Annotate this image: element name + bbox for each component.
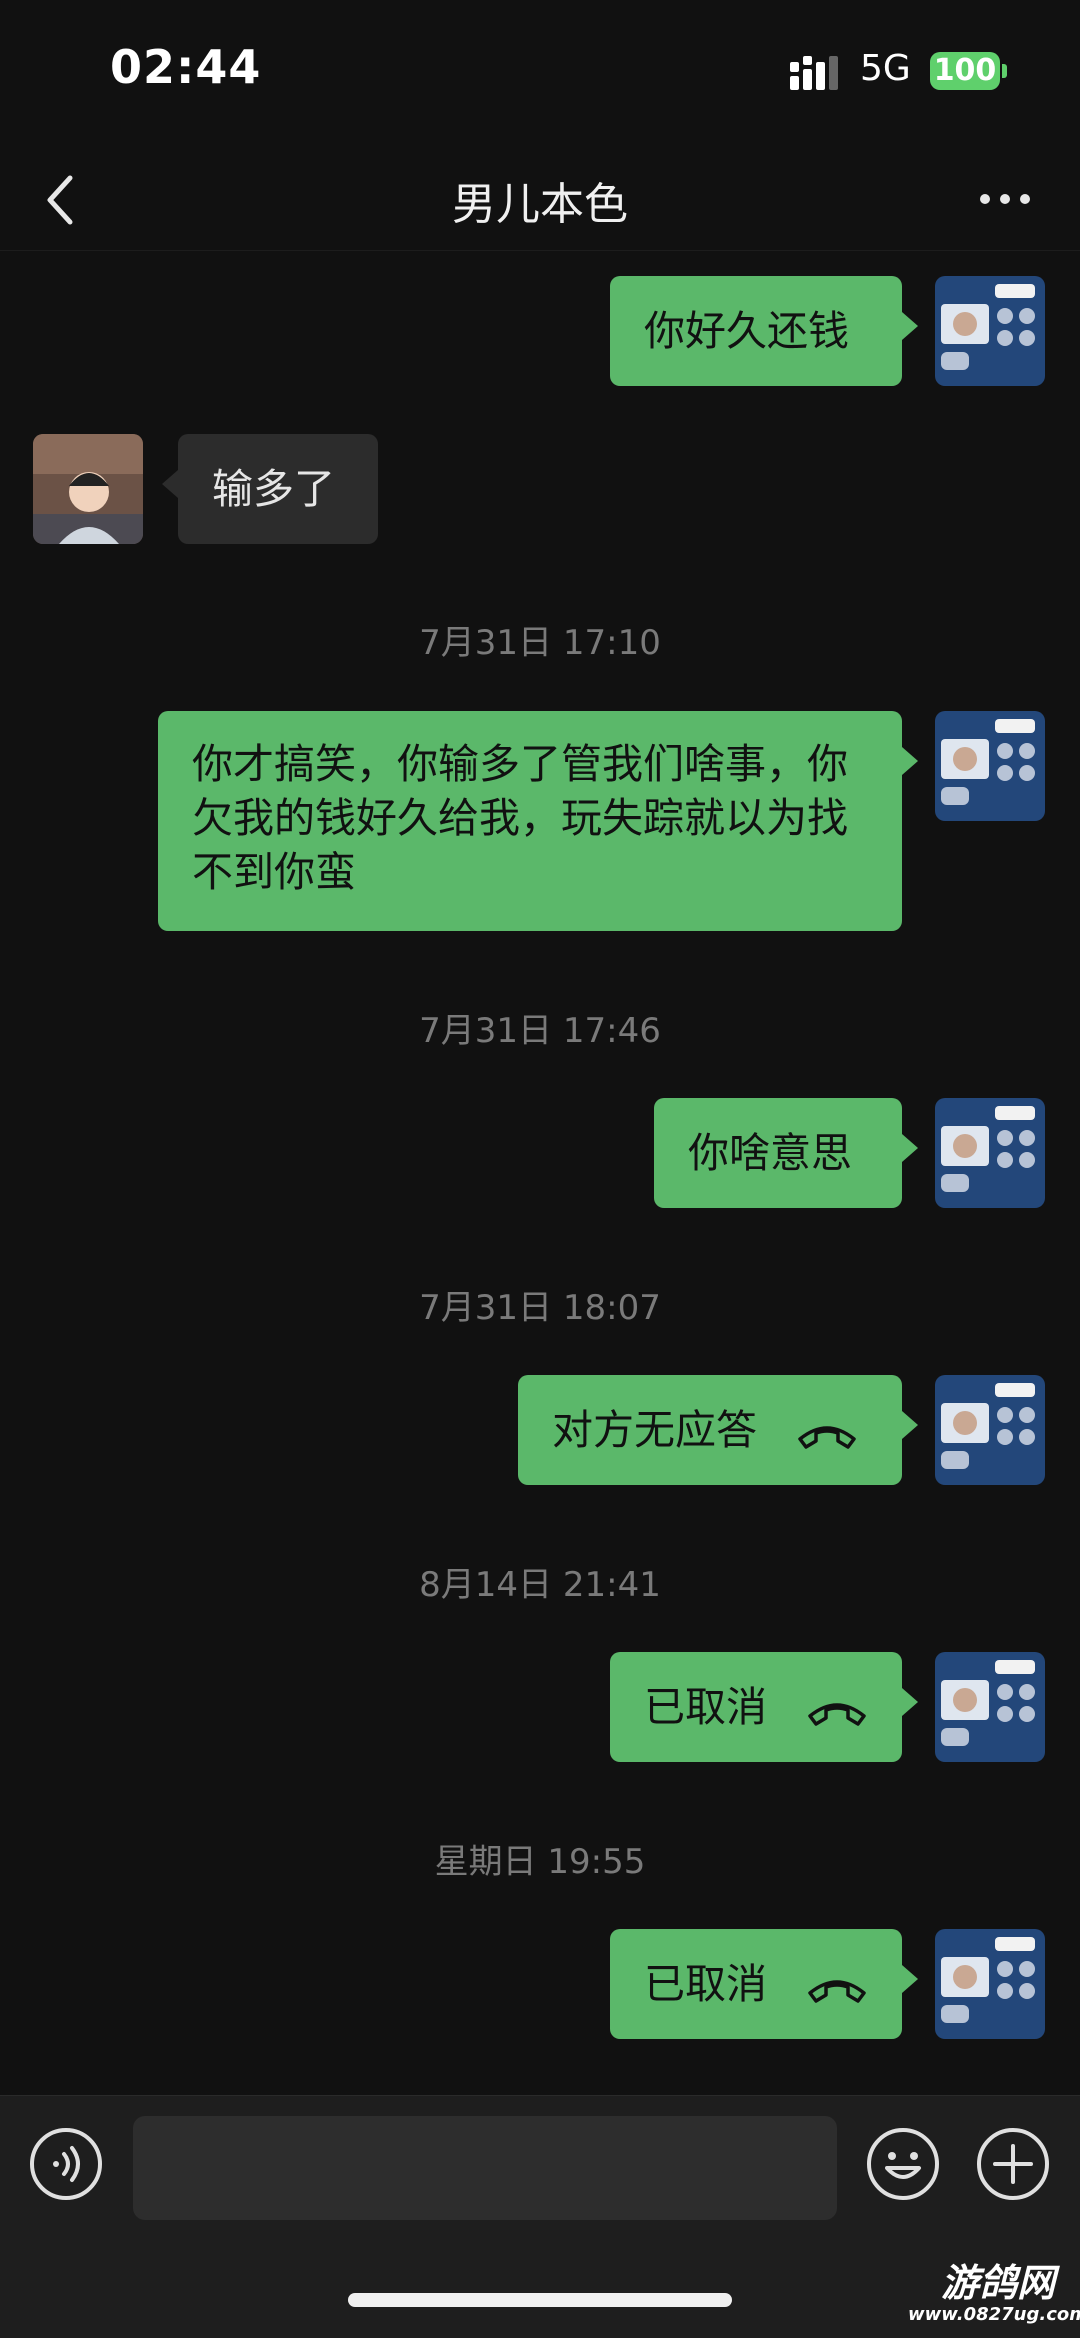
my-avatar[interactable] xyxy=(935,1098,1045,1208)
avatar-image xyxy=(33,434,143,544)
outgoing-message[interactable]: 你啥意思 xyxy=(654,1098,918,1208)
bubble-tail xyxy=(902,747,918,775)
bubble-tail xyxy=(162,470,178,498)
timestamp: 8月14日 21:41 xyxy=(419,1565,661,1605)
my-avatar[interactable] xyxy=(935,1375,1045,1485)
battery-indicator: 100 xyxy=(930,52,1000,90)
avatar-image xyxy=(935,1652,1045,1762)
outgoing-call-message[interactable]: 已取消 xyxy=(610,1929,918,2039)
bubble-tail xyxy=(902,1134,918,1162)
avatar-image xyxy=(935,711,1045,821)
message-text: 对方无应答 xyxy=(552,1406,757,1454)
home-indicator[interactable] xyxy=(348,2293,732,2307)
status-time: 02:44 xyxy=(110,40,262,94)
contact-avatar[interactable] xyxy=(33,434,143,544)
battery-nub xyxy=(1002,64,1007,78)
phone-hangup-icon xyxy=(798,1426,856,1449)
watermark: 游鸽网 www.0827ug.com xyxy=(908,2262,1080,2325)
avatar-image xyxy=(935,1375,1045,1485)
watermark-url: www.0827ug.com xyxy=(908,2304,1080,2325)
phone-hangup-icon xyxy=(808,1703,866,1726)
message-text: 已取消 xyxy=(644,1960,767,2008)
phone-hangup-icon xyxy=(808,1980,866,2003)
timestamp: 星期日 19:55 xyxy=(434,1842,646,1882)
outgoing-message[interactable]: 你才搞笑，你输多了管我们啥事，你欠我的钱好久给我，玩失踪就以为找不到你蛮 xyxy=(158,711,918,931)
timestamp: 7月31日 17:46 xyxy=(419,1011,661,1051)
message-text: 你才搞笑，你输多了管我们啥事，你欠我的钱好久给我，玩失踪就以为找不到你蛮 xyxy=(192,740,848,896)
watermark-title: 游鸽网 xyxy=(940,2261,1055,2305)
add-plus-icon[interactable] xyxy=(975,2126,1051,2202)
message-text: 输多了 xyxy=(212,465,335,513)
timestamp: 7月31日 17:10 xyxy=(419,623,661,663)
message-text: 已取消 xyxy=(644,1683,767,1731)
outgoing-call-message[interactable]: 对方无应答 xyxy=(518,1375,918,1485)
bubble-tail xyxy=(902,1411,918,1439)
avatar-image xyxy=(935,1929,1045,2039)
my-avatar[interactable] xyxy=(935,1652,1045,1762)
incoming-message[interactable]: 输多了 xyxy=(162,434,378,544)
bubble-tail xyxy=(902,1688,918,1716)
outgoing-message[interactable]: 你好久还钱 xyxy=(610,276,918,386)
avatar-image xyxy=(935,1098,1045,1208)
avatar-image xyxy=(935,276,1045,386)
outgoing-call-message[interactable]: 已取消 xyxy=(610,1652,918,1762)
message-text: 你好久还钱 xyxy=(644,307,849,355)
message-text: 你啥意思 xyxy=(688,1129,852,1177)
signal-icon xyxy=(790,56,838,90)
chat-header: 男儿本色 xyxy=(0,150,1080,251)
timestamp: 7月31日 18:07 xyxy=(419,1288,661,1328)
my-avatar[interactable] xyxy=(935,711,1045,821)
my-avatar[interactable] xyxy=(935,276,1045,386)
bubble-tail xyxy=(902,312,918,340)
bubble-tail xyxy=(902,1965,918,1993)
chat-title: 男儿本色 xyxy=(452,179,628,230)
voice-input-icon[interactable] xyxy=(28,2126,104,2202)
message-input[interactable] xyxy=(133,2116,837,2220)
more-options-icon[interactable] xyxy=(975,174,1035,224)
my-avatar[interactable] xyxy=(935,1929,1045,2039)
network-label: 5G xyxy=(860,48,911,89)
emoji-icon[interactable] xyxy=(865,2126,941,2202)
